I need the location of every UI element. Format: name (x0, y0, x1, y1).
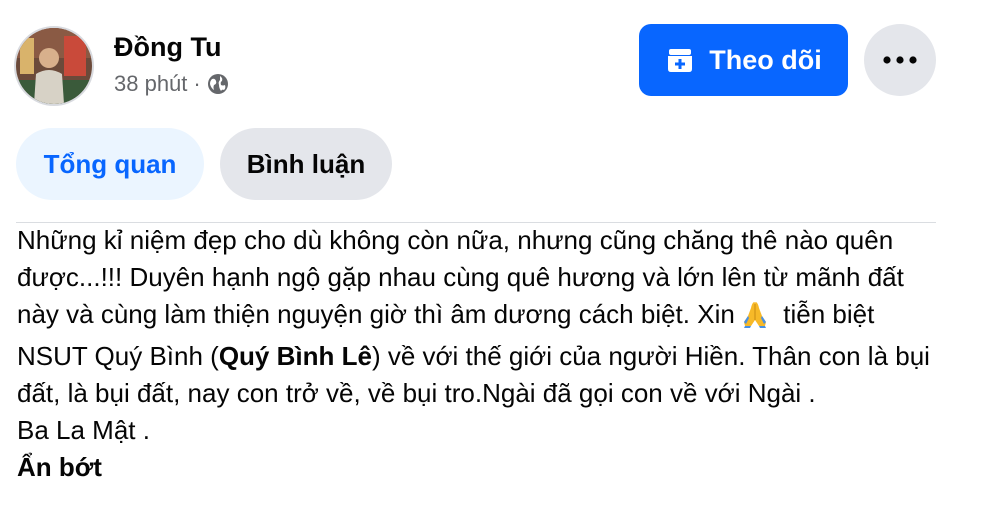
more-horizontal-icon (883, 51, 917, 69)
mention-link[interactable]: Quý Bình Lê (219, 341, 372, 371)
tab-overview[interactable]: Tổng quan (16, 128, 204, 200)
post-paragraph: Những kỉ niệm đẹp cho dù không còn nữa, … (17, 222, 947, 412)
post-meta: 38 phút · (114, 70, 229, 98)
follow-button[interactable]: Theo dõi (639, 24, 848, 96)
post-time[interactable]: 38 phút (114, 71, 187, 97)
post-tabs: Tổng quan Bình luận (16, 128, 392, 200)
avatar[interactable] (14, 26, 94, 106)
folded-hands-emoji (742, 300, 768, 338)
globe-icon[interactable] (207, 73, 229, 95)
see-less-link[interactable]: Ẩn bớt (17, 449, 102, 486)
more-options-button[interactable] (864, 24, 936, 96)
meta-separator: · (193, 71, 201, 96)
post-paragraph-2: Ba La Mật . (17, 415, 150, 445)
follow-label: Theo dõi (709, 44, 822, 75)
add-friend-icon (665, 45, 695, 75)
author-name[interactable]: Đồng Tu (114, 32, 221, 63)
post-text-part1: Những kỉ niệm đẹp cho dù không còn nữa, … (17, 225, 904, 329)
post-text: Những kỉ niệm đẹp cho dù không còn nữa, … (17, 222, 947, 486)
post-header: Đồng Tu 38 phút · Theo dõi (0, 0, 990, 110)
tab-comments[interactable]: Bình luận (220, 128, 392, 200)
